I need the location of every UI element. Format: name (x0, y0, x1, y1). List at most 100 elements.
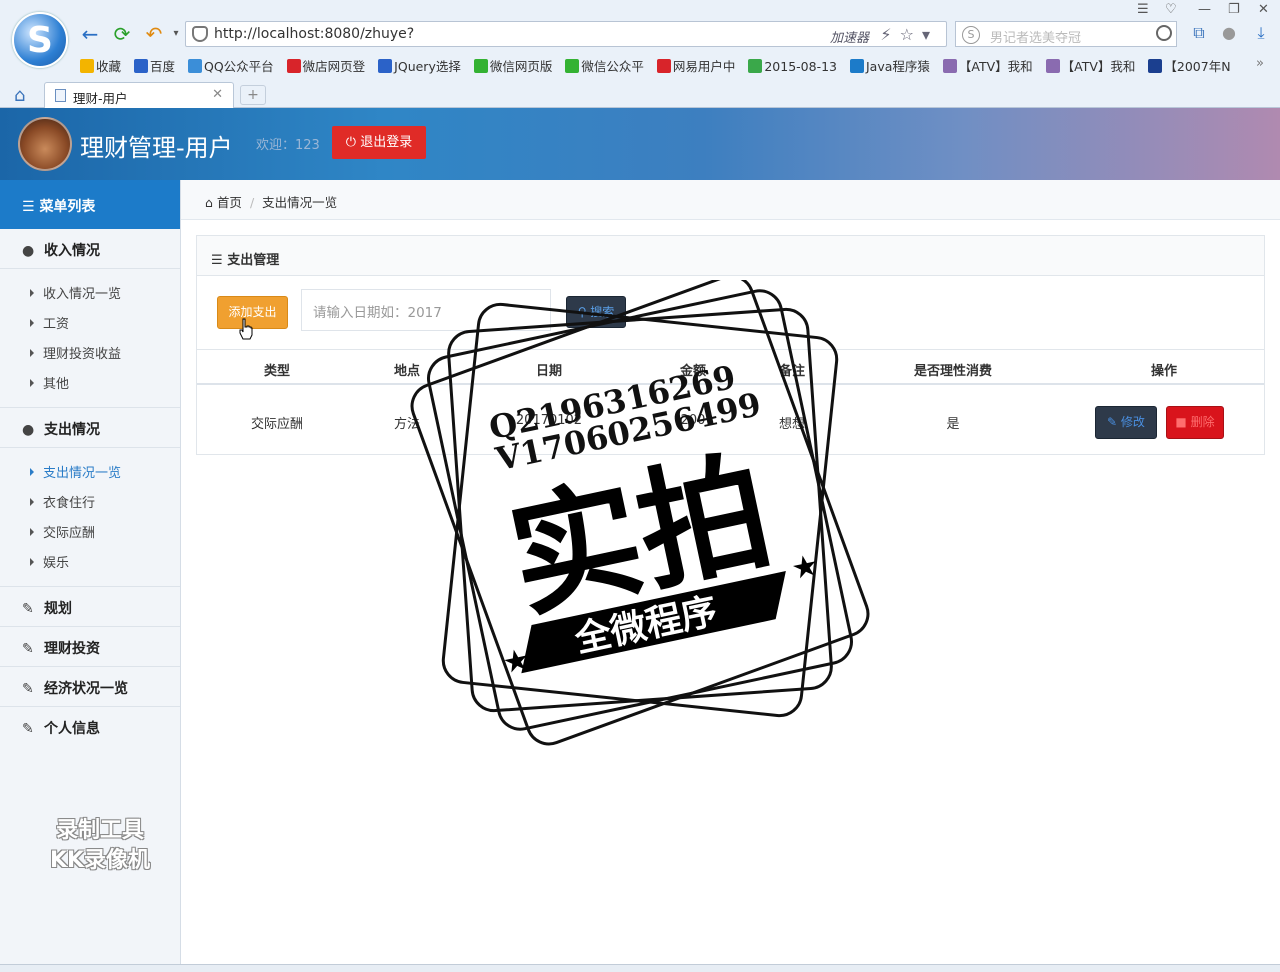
bookmark-item[interactable]: 百度 (134, 56, 175, 75)
caret-right-icon (30, 528, 34, 536)
avatar (18, 117, 72, 171)
cell-type: 交际应酬 (250, 417, 303, 432)
bookmark-item[interactable]: 【2007年N (1148, 56, 1231, 75)
status-bar (0, 964, 1280, 972)
menu-icon[interactable]: ☰ (1137, 2, 1149, 17)
shield-icon (192, 26, 208, 42)
expense-submenu: 支出情况一览 衣食住行 交际应酬 娱乐 (0, 448, 180, 587)
sidebar-item-salary[interactable]: 工资 (0, 307, 180, 337)
cell-note: 想想 (778, 417, 805, 432)
bookmark-item[interactable]: 收藏 (80, 56, 121, 75)
restore-icon[interactable]: ❐ (1228, 2, 1240, 17)
caret-right-icon (30, 319, 34, 327)
skin-icon[interactable]: ♡ (1165, 2, 1177, 17)
bookmark-item[interactable]: 2015-08-13 (748, 59, 837, 74)
search-icon: ⚲ (577, 305, 591, 319)
edit-icon: ✎ (22, 681, 34, 697)
sidebar-item-investment-income[interactable]: 理财投资收益 (0, 337, 180, 367)
list-icon: ☰ (211, 253, 228, 268)
column-header-type: 类型 (263, 364, 290, 379)
edit-icon: ✎ (22, 601, 34, 617)
sidebar-toggle-icon[interactable]: ⧉ (1188, 23, 1210, 45)
cell-date: 20170102 (515, 413, 583, 428)
edit-button[interactable]: ✎ 修改 (1095, 406, 1157, 439)
expense-panel: ☰ 支出管理 添加支出 请输入日期如：2017 ⚲ 搜索 类型 地点 日期 金额… (196, 235, 1265, 455)
page-title: 理财管理-用户 (80, 134, 233, 162)
sidebar-item-profile[interactable]: ✎ 个人信息 (0, 707, 180, 747)
refresh-icon[interactable]: ⟳ (110, 22, 134, 46)
page-icon (55, 89, 66, 102)
table-header-row: 类型 地点 日期 金额 备注 是否理性消费 操作 (197, 349, 1264, 385)
caret-right-icon (30, 349, 34, 357)
caret-right-icon (30, 468, 34, 476)
sidebar-item-daily-living[interactable]: 衣食住行 (0, 486, 180, 516)
sidebar-item-other-income[interactable]: 其他 (0, 367, 180, 397)
bookmark-item[interactable]: 微信公众平 (565, 56, 644, 75)
column-header-place: 地点 (393, 364, 420, 379)
address-url[interactable]: http://localhost:8080/zhuye? (214, 26, 414, 42)
income-submenu: 收入情况一览 工资 理财投资收益 其他 (0, 269, 180, 408)
undo-icon[interactable]: ↶ (142, 22, 166, 46)
search-icon[interactable] (1156, 25, 1172, 41)
search-engine-icon[interactable]: S (962, 26, 980, 44)
sidebar-header: ☰ 菜单列表 (0, 180, 180, 229)
bookmark-item[interactable]: QQ公众平台 (188, 56, 274, 75)
breadcrumb: ⌂ 首页 / 支出情况一览 (181, 180, 1280, 220)
address-bar[interactable]: http://localhost:8080/zhuye? 加速器 ⚡☆▾ (185, 21, 947, 47)
browser-chrome: S ← ⟳ ↶ ▾ http://localhost:8080/zhuye? 加… (0, 0, 1280, 108)
bookmark-item[interactable]: 网易用户中 (656, 56, 735, 75)
sidebar-item-expense-overview[interactable]: 支出情况一览 (0, 456, 180, 486)
breadcrumb-separator: / (249, 195, 255, 210)
delete-button[interactable]: ■ 删除 (1166, 406, 1224, 439)
accelerator-label[interactable]: 加速器 (830, 27, 869, 46)
bookmarks-bar: 收藏 百度 QQ公众平台 微店网页登 JQuery选择 微信网页版 微信公众平 … (80, 56, 1260, 76)
browser-logo-icon[interactable]: S (12, 12, 68, 68)
sidebar-group-expense[interactable]: ● 支出情况 (0, 408, 180, 448)
hand-cursor-icon (239, 318, 253, 340)
home-icon[interactable]: ⌂ (14, 85, 25, 106)
bookmark-item[interactable]: 【ATV】我和 (1045, 56, 1135, 75)
recorder-watermark: 录制工具 KK录像机 (49, 818, 151, 873)
stamp-big-text: 实拍 (497, 434, 783, 637)
close-icon[interactable]: ✕ (1258, 2, 1269, 17)
new-tab-button[interactable]: + (240, 85, 266, 105)
breadcrumb-home[interactable]: 首页 (217, 195, 242, 210)
download-icon[interactable]: ⤓ (1250, 23, 1272, 45)
sidebar-item-plan[interactable]: ✎ 规划 (0, 587, 180, 627)
caret-right-icon (30, 558, 34, 566)
edit-icon: ✎ (22, 721, 34, 737)
chevron-right-icon[interactable]: » (1256, 56, 1264, 71)
home-icon: ⌂ (205, 195, 217, 210)
bookmark-item[interactable]: JQuery选择 (378, 56, 461, 75)
search-button[interactable]: ⚲ 搜索 (566, 296, 626, 328)
user-icon[interactable]: ● (1218, 23, 1240, 45)
browser-tab[interactable]: 理财-用户 ✕ (44, 82, 234, 108)
sidebar-item-entertainment[interactable]: 娱乐 (0, 546, 180, 576)
bookmark-item[interactable]: 微店网页登 (286, 56, 365, 75)
logout-button[interactable]: ⏻ 退出登录 (332, 126, 426, 159)
minimize-icon[interactable]: — (1198, 2, 1211, 17)
cell-amount: 200 (680, 413, 706, 428)
column-header-rational: 是否理性消费 (913, 364, 992, 379)
breadcrumb-current: 支出情况一览 (262, 195, 338, 210)
sidebar-item-economy-overview[interactable]: ✎ 经济状况一览 (0, 667, 180, 707)
date-search-input[interactable]: 请输入日期如：2017 (301, 289, 551, 331)
bookmark-item[interactable]: 【ATV】我和 (942, 56, 1033, 75)
tab-title[interactable]: 理财-用户 (73, 88, 128, 107)
sidebar-group-income[interactable]: ● 收入情况 (0, 229, 180, 269)
close-tab-icon[interactable]: ✕ (212, 87, 223, 102)
search-input[interactable]: 男记者选美夺冠 (990, 27, 1081, 46)
sidebar-item-social[interactable]: 交际应酬 (0, 516, 180, 546)
caret-right-icon (30, 379, 34, 387)
search-box[interactable]: S 男记者选美夺冠 (955, 21, 1177, 47)
app-header: 理财管理-用户 欢迎：123 ⏻ 退出登录 (0, 108, 1280, 180)
tab-bar: ⌂ 理财-用户 ✕ + (0, 82, 1280, 108)
sidebar-item-income-overview[interactable]: 收入情况一览 (0, 277, 180, 307)
star-icon[interactable]: ⚡☆▾ (880, 25, 938, 44)
back-icon[interactable]: ← (78, 22, 102, 46)
column-header-actions: 操作 (1150, 364, 1177, 379)
sidebar-item-investment[interactable]: ✎ 理财投资 (0, 627, 180, 667)
bookmark-item[interactable]: Java程序猿 (849, 56, 930, 75)
welcome-text: 欢迎：123 (256, 138, 320, 153)
bookmark-item[interactable]: 微信网页版 (473, 56, 552, 75)
